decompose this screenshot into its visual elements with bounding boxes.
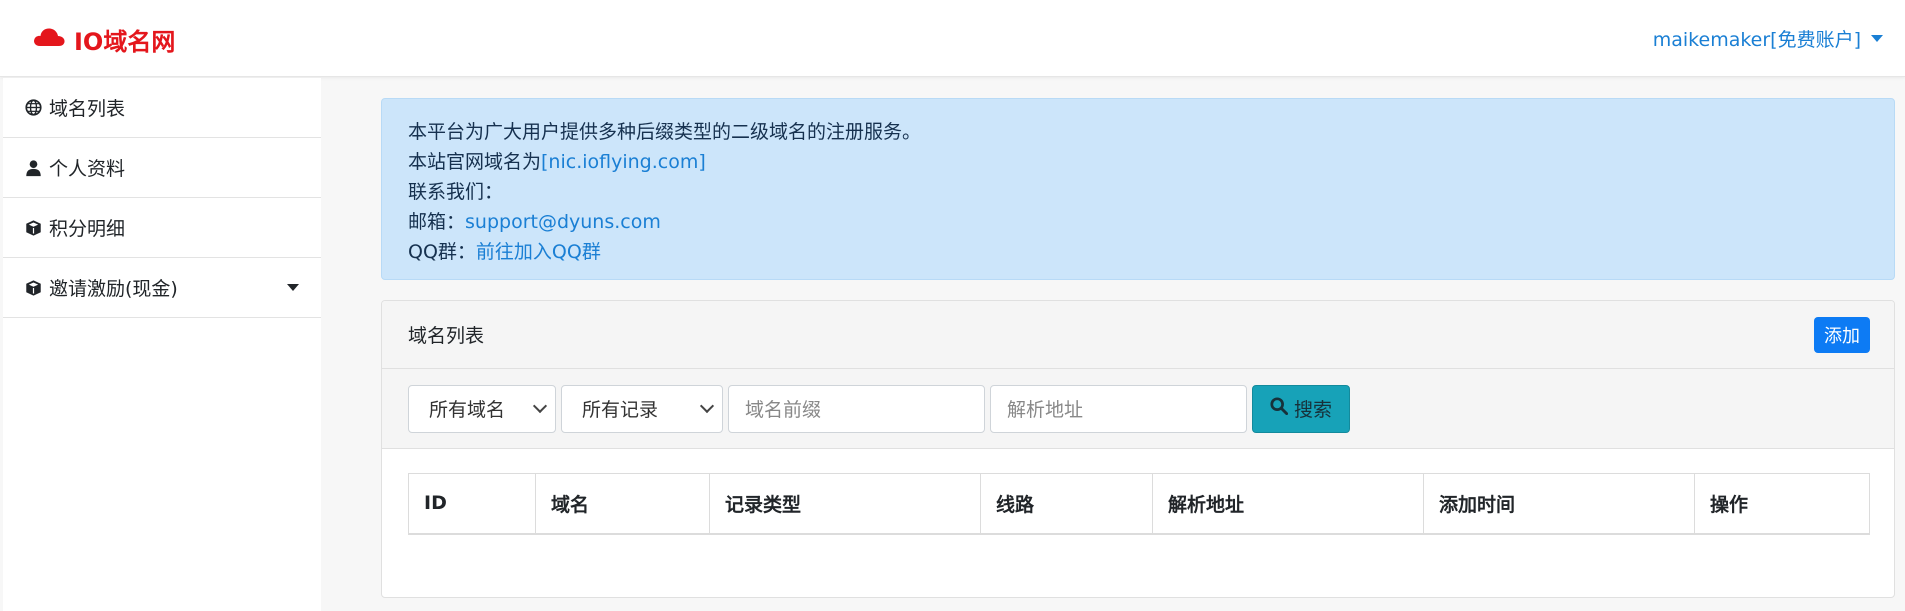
chevron-down-icon <box>1871 35 1883 42</box>
notice-line: 本站官网域名为[nic.ioflying.com] <box>408 147 1868 177</box>
sidebar-item-label: 域名列表 <box>49 98 126 120</box>
sidebar-item-points[interactable]: 积分明细 <box>3 198 321 258</box>
notice-line: QQ群：前往加入QQ群 <box>408 237 1868 267</box>
domain-prefix-input[interactable]: 域名前缀 <box>728 384 985 433</box>
column-header-domain[interactable]: 域名 <box>535 473 710 534</box>
column-header-id[interactable]: ID <box>408 473 536 534</box>
qq-label: QQ群： <box>408 241 476 263</box>
brand-name: IO域名网 <box>74 27 176 56</box>
brand-logo[interactable]: IO域名网 <box>32 22 175 56</box>
search-button[interactable]: 搜索 <box>1252 384 1350 433</box>
notice-text: 本站官网域名为 <box>408 151 542 173</box>
prefix-placeholder: 域名前缀 <box>745 399 822 421</box>
sidebar-item-domain-list[interactable]: 域名列表 <box>3 78 321 138</box>
user-account-menu[interactable]: maikemaker[免费账户] <box>1653 25 1883 52</box>
table-wrapper: ID 域名 记录类型 线路 解析地址 添加时间 操作 <box>382 449 1894 535</box>
table-header-row: ID 域名 记录类型 线路 解析地址 添加时间 操作 <box>408 473 1870 534</box>
main-content: 本平台为广大用户提供多种后缀类型的二级域名的注册服务。 本站官网域名为[nic.… <box>381 98 1895 598</box>
sidebar: 域名列表 个人资料 积分明细 邀请激励(现金) <box>3 78 321 611</box>
globe-icon <box>23 98 43 118</box>
notice-line: 本平台为广大用户提供多种后缀类型的二级域名的注册服务。 <box>408 121 922 143</box>
email-label: 邮箱： <box>408 211 466 233</box>
notice-line: 联系我们： <box>408 181 504 203</box>
domain-select-value: 所有域名 <box>429 399 506 421</box>
search-button-label: 搜索 <box>1293 399 1332 421</box>
domain-list-card: 域名列表 添加 所有域名 所有记录 域名前缀 解析地址 搜索 ID 域名 记录类… <box>381 300 1895 598</box>
chevron-down-icon <box>532 398 548 413</box>
column-header-line[interactable]: 线路 <box>980 473 1153 534</box>
filter-bar: 所有域名 所有记录 域名前缀 解析地址 搜索 <box>382 369 1894 449</box>
card-title: 域名列表 <box>408 325 485 347</box>
address-placeholder: 解析地址 <box>1007 399 1084 421</box>
qq-group-link[interactable]: 前往加入QQ群 <box>476 241 601 263</box>
column-header-added-time[interactable]: 添加时间 <box>1423 473 1695 534</box>
sidebar-item-label: 邀请激励(现金) <box>49 278 178 300</box>
top-navbar: IO域名网 maikemaker[免费账户] <box>0 0 1905 77</box>
record-select-value: 所有记录 <box>582 399 659 421</box>
user-icon <box>23 158 43 178</box>
user-account-label: maikemaker[免费账户] <box>1652 29 1861 51</box>
chevron-down-icon <box>287 284 299 291</box>
platform-notice: 本平台为广大用户提供多种后缀类型的二级域名的注册服务。 本站官网域名为[nic.… <box>381 98 1895 280</box>
column-header-actions[interactable]: 操作 <box>1695 474 1870 534</box>
column-header-resolve-address[interactable]: 解析地址 <box>1152 473 1424 534</box>
cloud-icon <box>32 25 66 53</box>
notice-line: 邮箱：support@dyuns.com <box>408 207 1868 237</box>
cube-icon <box>23 278 43 298</box>
sidebar-item-profile[interactable]: 个人资料 <box>3 138 321 198</box>
sidebar-item-label: 个人资料 <box>49 158 126 180</box>
cube-icon <box>23 218 43 238</box>
card-header: 域名列表 添加 <box>382 301 1894 369</box>
chevron-down-icon <box>699 398 715 413</box>
column-header-record-type[interactable]: 记录类型 <box>709 473 981 534</box>
domain-select[interactable]: 所有域名 <box>408 384 556 433</box>
record-type-select[interactable]: 所有记录 <box>561 384 723 433</box>
search-icon <box>1270 397 1289 420</box>
add-domain-button[interactable]: 添加 <box>1814 317 1870 353</box>
sidebar-item-invite-rewards[interactable]: 邀请激励(现金) <box>3 258 321 318</box>
domain-table: ID 域名 记录类型 线路 解析地址 添加时间 操作 <box>408 473 1870 535</box>
sidebar-item-label: 积分明细 <box>49 218 126 240</box>
official-site-link[interactable]: [nic.ioflying.com] <box>541 151 706 173</box>
email-link[interactable]: support@dyuns.com <box>465 211 661 233</box>
resolve-address-input[interactable]: 解析地址 <box>990 384 1247 433</box>
